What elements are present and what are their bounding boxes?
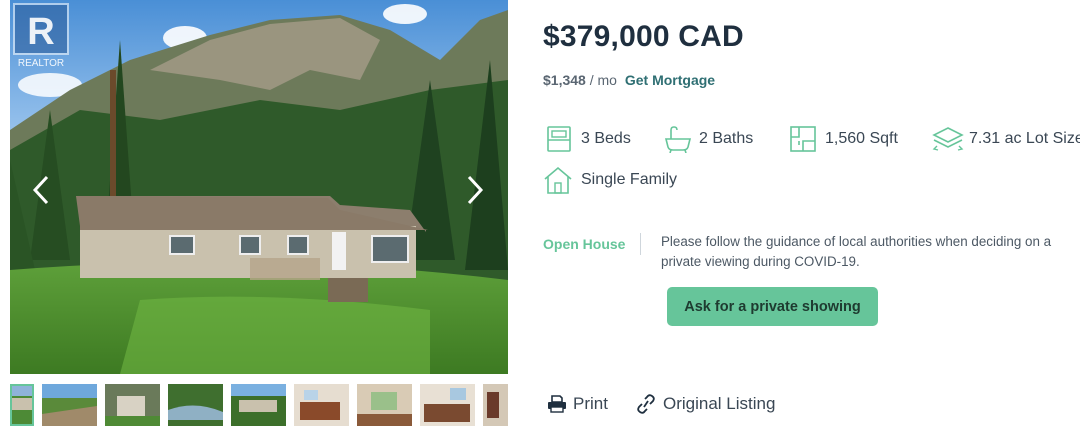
open-house-label: Open House [543, 236, 626, 252]
feature-sqft: 1,560 Sqft [789, 125, 898, 153]
realtor-logo-text: REALTOR [18, 58, 64, 69]
thumbnail-7[interactable] [357, 384, 412, 426]
thumbnail-strip [10, 384, 508, 426]
realtor-logo: R REALTOR [12, 2, 70, 70]
feature-baths: 2 Baths [663, 125, 753, 153]
thumbnail-3[interactable] [105, 384, 160, 426]
print-label: Print [573, 394, 608, 413]
printer-icon [548, 395, 566, 413]
previous-photo-button[interactable] [26, 170, 56, 210]
divider [640, 233, 641, 255]
thumbnail-8[interactable] [420, 384, 475, 426]
thumbnail-1[interactable] [10, 384, 34, 426]
main-listing-photo [10, 0, 508, 374]
feature-lot-size: 7.31 ac Lot Size [932, 125, 1080, 153]
lot-size-icon [932, 127, 964, 151]
original-listing-link[interactable]: Original Listing [635, 394, 775, 414]
get-mortgage-link[interactable]: Get Mortgage [625, 72, 715, 88]
thumbnail-5[interactable] [231, 384, 286, 426]
photo-gallery[interactable]: R REALTOR [10, 0, 508, 374]
mortgage-estimate: $1,348 / mo Get Mortgage [543, 72, 715, 88]
mortgage-period: / mo [585, 72, 617, 88]
chevron-left-icon [32, 175, 49, 205]
baths-label: 2 Baths [699, 130, 754, 147]
thumbnail-9[interactable] [483, 384, 508, 426]
svg-text:R: R [27, 11, 54, 53]
link-icon [637, 394, 655, 414]
property-type-label: Single Family [581, 171, 678, 188]
feature-property-type: Single Family [543, 165, 677, 195]
lot-size-label: 7.31 ac Lot Size [969, 130, 1080, 147]
sqft-label: 1,560 Sqft [825, 130, 898, 147]
chevron-right-icon [467, 175, 484, 205]
thumbnail-2[interactable] [42, 384, 97, 426]
covid-notice: Please follow the guidance of local auth… [661, 234, 1052, 269]
beds-label: 3 Beds [581, 130, 631, 147]
original-listing-label: Original Listing [663, 394, 776, 413]
print-button[interactable]: Print [547, 394, 608, 414]
thumbnail-4[interactable] [168, 384, 223, 426]
bath-icon [664, 126, 692, 153]
floorplan-icon [790, 126, 816, 152]
feature-beds: 3 Beds [545, 125, 631, 153]
listing-price: $379,000 CAD [543, 20, 744, 53]
next-photo-button[interactable] [460, 170, 490, 210]
mortgage-amount: $1,348 [543, 72, 586, 88]
bed-icon [547, 126, 571, 152]
ask-private-showing-button[interactable]: Ask for a private showing [667, 287, 878, 326]
house-icon [544, 166, 572, 194]
thumbnail-6[interactable] [294, 384, 349, 426]
